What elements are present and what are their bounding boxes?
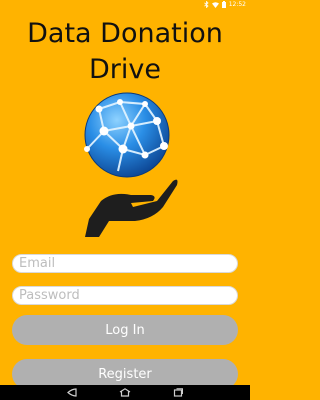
back-icon[interactable] xyxy=(67,388,77,397)
title-line-1: Data Donation xyxy=(27,18,223,49)
globe-in-hand-icon xyxy=(84,92,178,237)
email-field[interactable] xyxy=(12,254,238,273)
page-title: Data Donation Drive xyxy=(0,16,250,88)
bluetooth-icon xyxy=(203,1,209,8)
navigation-bar xyxy=(0,385,250,400)
log-in-button[interactable]: Log In xyxy=(12,315,238,345)
home-icon[interactable] xyxy=(119,388,131,397)
wifi-icon xyxy=(211,1,219,8)
status-bar: 12:52 xyxy=(0,0,250,9)
status-time: 12:52 xyxy=(228,1,246,8)
recents-icon[interactable] xyxy=(173,388,183,397)
battery-icon xyxy=(221,1,226,8)
title-line-2: Drive xyxy=(89,54,161,85)
password-field[interactable] xyxy=(12,286,238,305)
